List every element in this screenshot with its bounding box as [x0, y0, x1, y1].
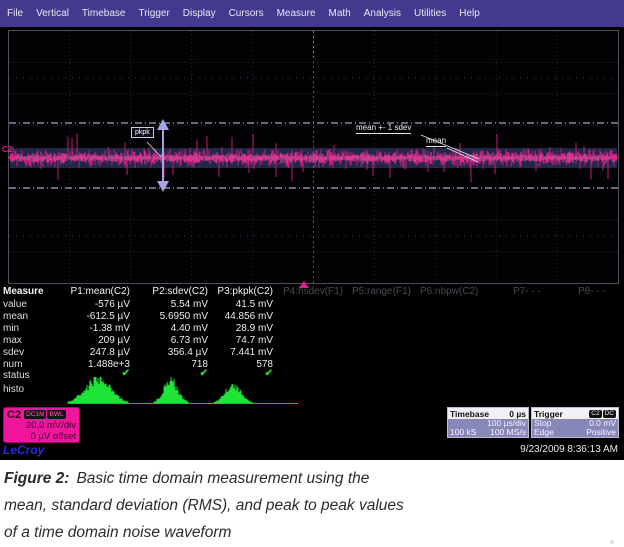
row-label-status: status	[3, 370, 30, 381]
timebase-samples: 100 kS	[450, 428, 476, 437]
channel-offset: 0 µV offset	[7, 431, 76, 442]
menu-utilities[interactable]: Utilities	[414, 8, 446, 19]
row-label-sdev: sdev	[3, 347, 24, 358]
lecroy-logo: LeCroy	[3, 443, 44, 457]
caption-line-2: mean, standard deviation (RMS), and peak…	[4, 497, 404, 514]
param-header-p2[interactable]: P2:sdev(C2)	[136, 286, 208, 297]
measure-panel-title: Measure	[3, 286, 44, 297]
mean-annotation: mean	[426, 137, 446, 147]
row-label-mean: mean	[3, 311, 28, 322]
p2-sdev: 356.4 µV	[136, 347, 208, 358]
p3-sdev: 7.441 mV	[203, 347, 273, 358]
p1-value: -576 µV	[58, 299, 130, 310]
menu-math[interactable]: Math	[329, 8, 351, 19]
timebase-position: 0 µs	[509, 409, 526, 419]
menu-timebase[interactable]: Timebase	[82, 8, 126, 19]
channel-ground-marker: C2	[2, 146, 12, 154]
channel-badge-2: BWL	[47, 410, 65, 419]
page-artifact	[610, 540, 614, 544]
waveform-display	[8, 30, 619, 284]
channel-scale: 20.0 mV/div	[7, 420, 76, 431]
p1-sdev: 247.8 µV	[58, 347, 130, 358]
oscilloscope-screen: File Vertical Timebase Trigger Display Cursor…	[0, 0, 624, 547]
p3-value: 41.5 mV	[203, 299, 273, 310]
menu-display[interactable]: Display	[183, 8, 216, 19]
row-label-min: min	[3, 323, 19, 334]
caption-line-3: of a time domain noise waveform	[4, 524, 231, 541]
menu-analysis[interactable]: Analysis	[364, 8, 401, 19]
menu-trigger[interactable]: Trigger	[138, 8, 169, 19]
p2-mean: 5.6950 mV	[136, 311, 208, 322]
row-label-value: value	[3, 299, 27, 310]
trigger-box[interactable]: Trigger C2DC Stop 0.0 mV Edge Positive	[531, 407, 619, 438]
figure-caption: Figure 2: Basic time domain measurement u…	[0, 460, 624, 547]
trigger-title: Trigger	[534, 409, 563, 419]
p1-mean: -612.5 µV	[58, 311, 130, 322]
p3-max: 74.7 mV	[203, 335, 273, 346]
p2-value: 5.54 mV	[136, 299, 208, 310]
row-label-num: num	[3, 359, 22, 370]
channel-c2-box[interactable]: C2 DC1MBWL 20.0 mV/div 0 µV offset	[3, 407, 80, 443]
menu-measure[interactable]: Measure	[277, 8, 316, 19]
caption-label: Figure 2:	[4, 470, 69, 487]
param-header-p8[interactable]: P8- - -	[578, 286, 606, 297]
channel-badge-1: DC1M	[24, 410, 46, 419]
menu-help[interactable]: Help	[459, 8, 480, 19]
trigger-slope: Positive	[586, 428, 616, 437]
caption-line-1: Basic time domain measurement using the	[76, 470, 369, 487]
p1-max: 209 µV	[58, 335, 130, 346]
p3-min: 28.9 mV	[203, 323, 273, 334]
param-header-p1[interactable]: P1:mean(C2)	[58, 286, 130, 297]
param-header-p3[interactable]: P3:pkpk(C2)	[203, 286, 273, 297]
p2-min: 4.40 mV	[136, 323, 208, 334]
histogram-display	[60, 377, 312, 405]
menu-file[interactable]: File	[7, 8, 23, 19]
menu-vertical[interactable]: Vertical	[36, 8, 69, 19]
param-header-p6[interactable]: P6:nbpw(C2)	[420, 286, 478, 297]
trigger-source-badge-2: DC	[603, 410, 616, 418]
menu-cursors[interactable]: Cursors	[229, 8, 264, 19]
pkpk-annotation: pkpk	[131, 127, 154, 138]
p2-max: 6.73 mV	[136, 335, 208, 346]
p3-mean: 44.856 mV	[203, 311, 273, 322]
row-label-histo: histo	[3, 384, 24, 395]
timebase-box[interactable]: Timebase 0 µs 100 µs/div 100 kS 100 MS/s	[447, 407, 529, 438]
p1-min: -1.38 mV	[58, 323, 130, 334]
trigger-type: Edge	[534, 428, 554, 437]
menubar: File Vertical Timebase Trigger Display Cursor…	[0, 0, 624, 27]
param-header-p4[interactable]: P4:hsdev(F1)	[283, 286, 343, 297]
trigger-source-badge-1: C2	[589, 410, 601, 418]
mean-sdev-annotation: mean +- 1 sdev	[356, 124, 411, 134]
timebase-title: Timebase	[450, 409, 489, 419]
timebase-rate: 100 MS/s	[490, 428, 526, 437]
param-header-p7[interactable]: P7- - -	[513, 286, 541, 297]
row-label-max: max	[3, 335, 22, 346]
grid-svg	[9, 31, 618, 283]
datetime-display: 9/23/2009 8:36:13 AM	[440, 444, 618, 455]
param-header-p5[interactable]: P5:range(F1)	[352, 286, 411, 297]
channel-label: C2	[7, 409, 21, 421]
